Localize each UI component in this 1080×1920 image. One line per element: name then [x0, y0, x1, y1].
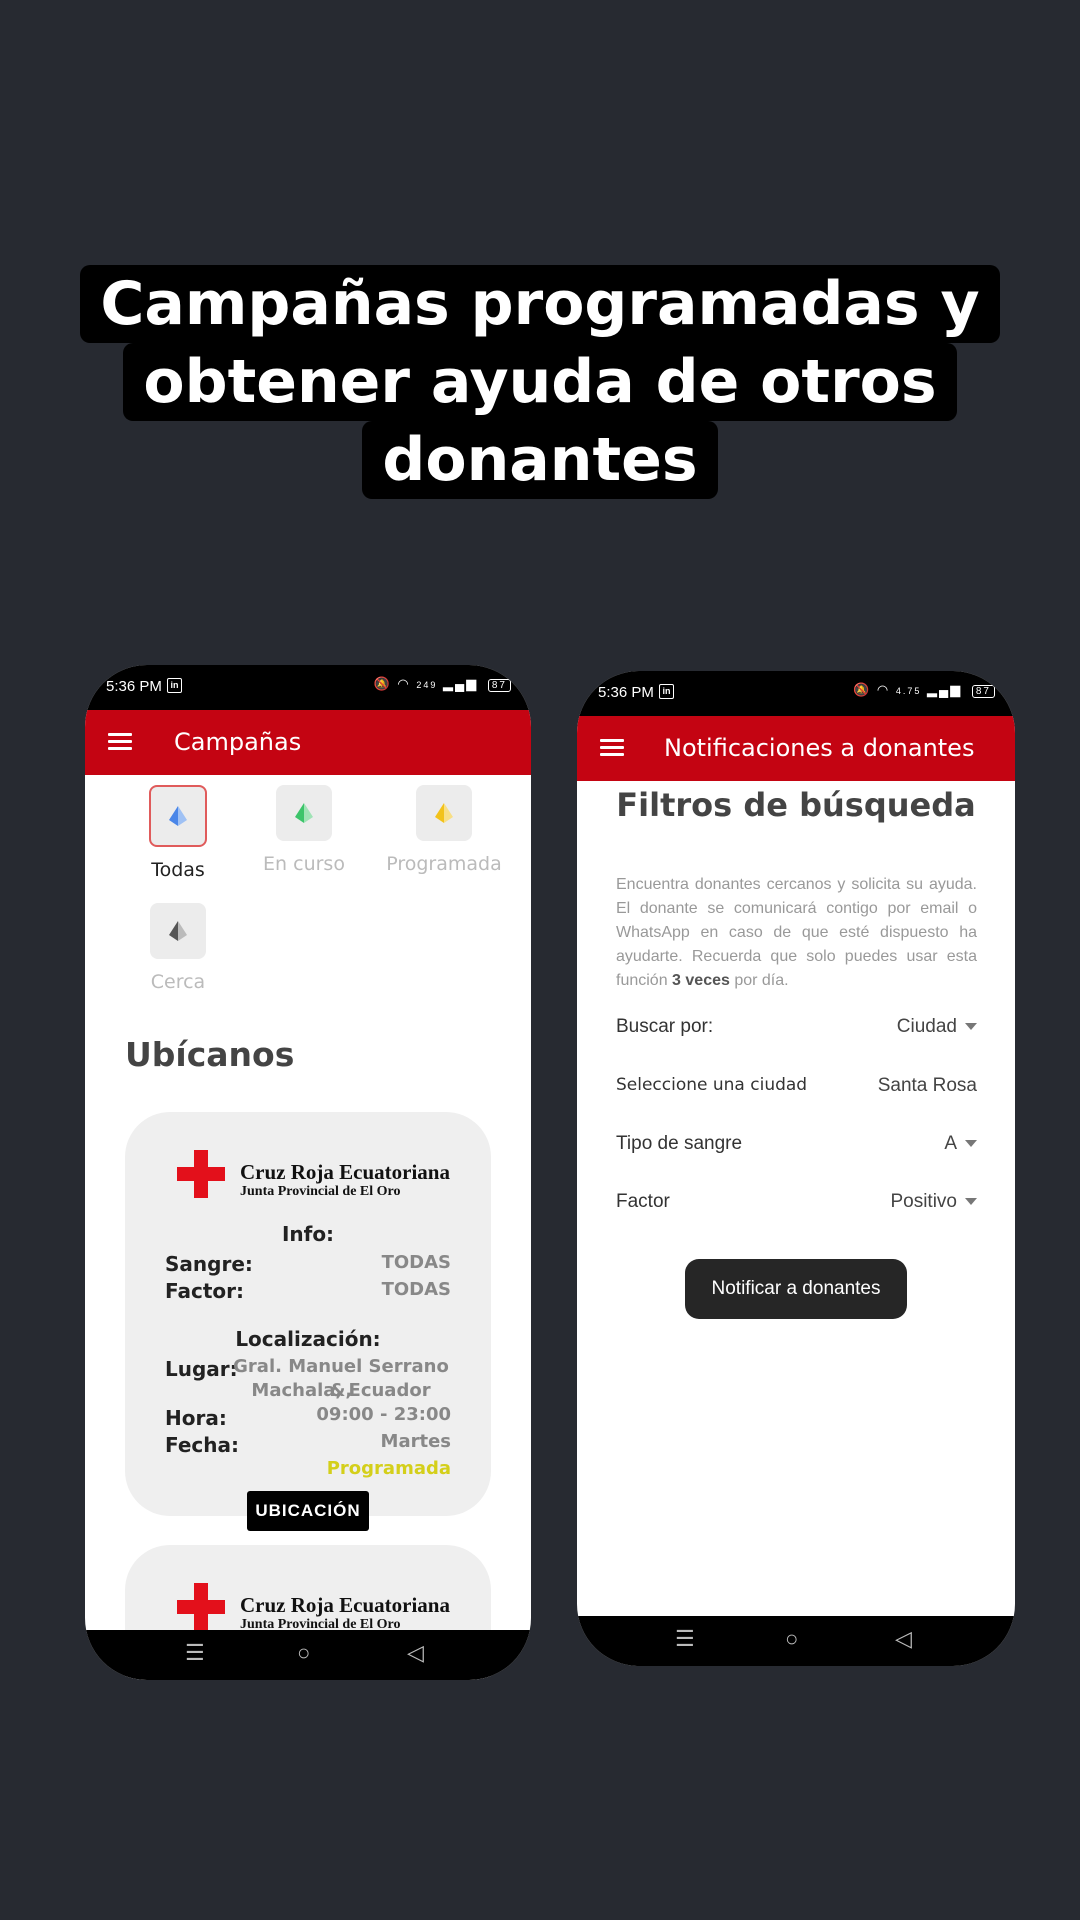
red-cross-icon — [177, 1583, 225, 1631]
status-bar: 5:36 PM in 🔕 ◠ 4.75 ▂▄▆ 87 — [577, 671, 1015, 716]
signal-icon: ▂▄▆ — [927, 682, 963, 697]
status-icons: 🔕 ◠ 249 ▂▄▆ 87 — [374, 676, 511, 692]
status-icons: 🔕 ◠ 4.75 ▂▄▆ 87 — [853, 682, 995, 698]
description-text: Encuentra donantes cercanos y solicita s… — [616, 876, 977, 989]
fecha-label: Fecha: — [165, 1433, 240, 1457]
blood-drop-icon — [295, 803, 313, 823]
chevron-down-icon — [965, 1023, 977, 1031]
sangre-label: Sangre: — [165, 1252, 253, 1276]
filter-icon-box — [150, 903, 206, 959]
right-phone: 5:36 PM in 🔕 ◠ 4.75 ▂▄▆ 87 Notificacione… — [577, 671, 1015, 1666]
blood-drop-icon — [169, 921, 187, 941]
signal-icon: ▂▄▆ — [443, 676, 479, 691]
lugar-label: Lugar: — [165, 1357, 238, 1381]
filter-icon-box — [149, 785, 207, 847]
org-sub: Junta Provincial de El Oro — [240, 1184, 401, 1199]
filter-programada[interactable]: Programada — [379, 785, 509, 875]
description-bold: 3 veces — [672, 972, 730, 989]
blood-drop-icon — [169, 806, 187, 826]
factor-label: Factor: — [165, 1279, 245, 1303]
blood-drop-icon — [435, 803, 453, 823]
filter-cerca[interactable]: Cerca — [123, 903, 233, 993]
tipo-sangre-label: Tipo de sangre — [616, 1133, 743, 1154]
section-title: Ubícanos — [125, 1035, 295, 1074]
battery-icon: 87 — [487, 679, 511, 692]
tipo-sangre-value: A — [944, 1133, 957, 1154]
app-bar: Notificaciones a donantes — [577, 716, 1015, 781]
filter-label: Todas — [151, 859, 205, 881]
lugar-value-2: Machala, Ecuador — [251, 1380, 431, 1401]
app-bar-title: Campañas — [174, 728, 302, 756]
ubicacion-button[interactable]: UBICACIÓN — [247, 1491, 369, 1531]
filter-label: Programada — [386, 853, 502, 875]
wifi-icon: ◠ — [397, 676, 411, 691]
headline-line-3: donantes — [362, 421, 718, 499]
factor-label: Factor — [616, 1191, 670, 1212]
description: Encuentra donantes cercanos y solicita s… — [616, 873, 977, 993]
ciudad-row: Seleccione una ciudad Santa Rosa — [616, 1067, 977, 1107]
location-heading: Localización: — [235, 1327, 381, 1351]
status-time: 5:36 PM — [106, 678, 162, 695]
org-name: Cruz Roja Ecuatoriana — [240, 1160, 450, 1184]
chevron-down-icon — [965, 1198, 977, 1206]
filter-en-curso[interactable]: En curso — [249, 785, 359, 875]
info-heading: Info: — [281, 1222, 335, 1246]
factor-row: Factor Positivo — [616, 1183, 977, 1223]
campaign-card: Cruz Roja Ecuatoriana Junta Provincial d… — [125, 1112, 491, 1516]
menu-icon[interactable] — [108, 730, 132, 754]
buscar-por-dropdown[interactable]: Ciudad — [897, 1016, 977, 1038]
filter-icon-box — [276, 785, 332, 841]
battery-icon: 87 — [971, 685, 995, 698]
factor-value: Positivo — [890, 1191, 957, 1212]
red-cross-icon — [177, 1150, 225, 1198]
hora-label: Hora: — [165, 1406, 227, 1430]
filter-label: Cerca — [150, 971, 206, 993]
headline-line-1: Campañas programadas y — [80, 265, 1000, 343]
net-speed: 249 — [416, 680, 438, 690]
fecha-value: Martes — [380, 1431, 451, 1452]
filter-todas[interactable]: Todas — [123, 785, 233, 881]
linkedin-icon: in — [167, 678, 182, 693]
recent-apps-icon[interactable]: ☰ — [185, 1640, 205, 1666]
org-name: Cruz Roja Ecuatoriana — [240, 1593, 450, 1617]
mute-icon: 🔕 — [853, 682, 872, 697]
page-title: Filtros de búsqueda — [616, 786, 976, 824]
buscar-por-label: Buscar por: — [616, 1016, 714, 1037]
hora-value: 09:00 - 23:00 — [316, 1404, 451, 1425]
wifi-icon: ◠ — [876, 682, 891, 697]
buscar-por-row: Buscar por: Ciudad — [616, 1008, 977, 1048]
factor-dropdown[interactable]: Positivo — [890, 1191, 977, 1213]
left-phone: 5:36 PM in 🔕 ◠ 249 ▂▄▆ 87 Campañas Todas… — [85, 665, 531, 1680]
linkedin-icon: in — [659, 684, 674, 699]
headline: Campañas programadas y obtener ayuda de … — [0, 265, 1080, 499]
nav-bar: ☰ ○ ◁ — [577, 1616, 1015, 1666]
app-bar: Campañas — [85, 710, 531, 775]
sangre-value: TODAS — [381, 1252, 451, 1273]
factor-value: TODAS — [381, 1279, 451, 1300]
menu-icon[interactable] — [600, 736, 624, 760]
nav-bar: ☰ ○ ◁ — [85, 1630, 531, 1680]
status-bar: 5:36 PM in 🔕 ◠ 249 ▂▄▆ 87 — [85, 665, 531, 710]
ciudad-label: Seleccione una ciudad — [616, 1075, 808, 1095]
home-icon[interactable]: ○ — [297, 1640, 310, 1666]
mute-icon: 🔕 — [373, 676, 392, 691]
status-value: Programada — [326, 1458, 451, 1479]
back-icon[interactable]: ◁ — [895, 1626, 912, 1652]
recent-apps-icon[interactable]: ☰ — [675, 1626, 695, 1652]
description-text-end: por día. — [729, 972, 789, 989]
back-icon[interactable]: ◁ — [407, 1640, 424, 1666]
home-icon[interactable]: ○ — [785, 1626, 798, 1652]
buscar-por-value: Ciudad — [896, 1016, 957, 1037]
notify-donors-button[interactable]: Notificar a donantes — [685, 1259, 907, 1319]
filter-label: En curso — [263, 853, 345, 875]
chevron-down-icon — [965, 1140, 977, 1148]
net-speed: 4.75 — [895, 686, 922, 696]
ciudad-field[interactable]: Santa Rosa — [878, 1075, 977, 1097]
app-bar-title: Notificaciones a donantes — [664, 734, 975, 762]
tipo-sangre-dropdown[interactable]: A — [944, 1133, 977, 1155]
filter-icon-box — [416, 785, 472, 841]
tipo-sangre-row: Tipo de sangre A — [616, 1125, 977, 1165]
status-time: 5:36 PM — [598, 684, 654, 701]
headline-line-2: obtener ayuda de otros — [123, 343, 957, 421]
